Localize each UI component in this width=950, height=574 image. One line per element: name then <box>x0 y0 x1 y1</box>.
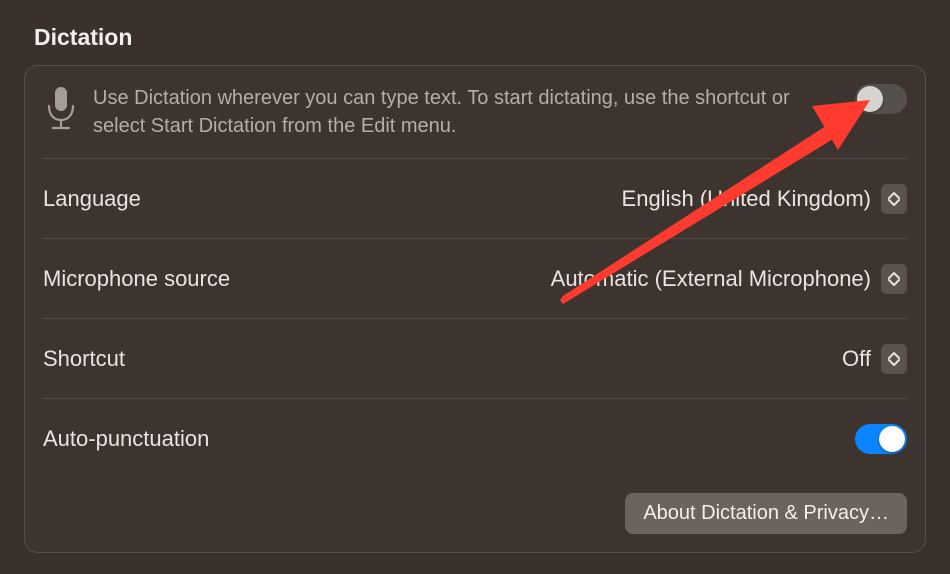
footer-row: About Dictation & Privacy… <box>43 479 907 552</box>
shortcut-row[interactable]: Shortcut Off <box>43 319 907 399</box>
dictation-intro-row: Use Dictation wherever you can type text… <box>43 66 907 159</box>
section-title: Dictation <box>34 24 926 51</box>
dictation-toggle[interactable] <box>855 84 907 114</box>
language-label: Language <box>43 186 141 212</box>
shortcut-label: Shortcut <box>43 346 125 372</box>
auto-punctuation-toggle[interactable] <box>855 424 907 454</box>
mic-source-stepper[interactable] <box>881 264 907 294</box>
auto-punctuation-row: Auto-punctuation <box>43 399 907 479</box>
mic-source-row[interactable]: Microphone source Automatic (External Mi… <box>43 239 907 319</box>
language-row[interactable]: Language English (United Kingdom) <box>43 159 907 239</box>
shortcut-value: Off <box>842 346 871 372</box>
mic-source-value: Automatic (External Microphone) <box>551 266 871 292</box>
about-dictation-privacy-button[interactable]: About Dictation & Privacy… <box>625 493 907 534</box>
dictation-intro-text: Use Dictation wherever you can type text… <box>93 84 855 140</box>
mic-source-label: Microphone source <box>43 266 230 292</box>
auto-punctuation-label: Auto-punctuation <box>43 426 209 452</box>
microphone-icon <box>43 84 93 132</box>
language-value: English (United Kingdom) <box>622 186 871 212</box>
language-stepper[interactable] <box>881 184 907 214</box>
dictation-panel: Use Dictation wherever you can type text… <box>24 65 926 553</box>
shortcut-stepper[interactable] <box>881 344 907 374</box>
